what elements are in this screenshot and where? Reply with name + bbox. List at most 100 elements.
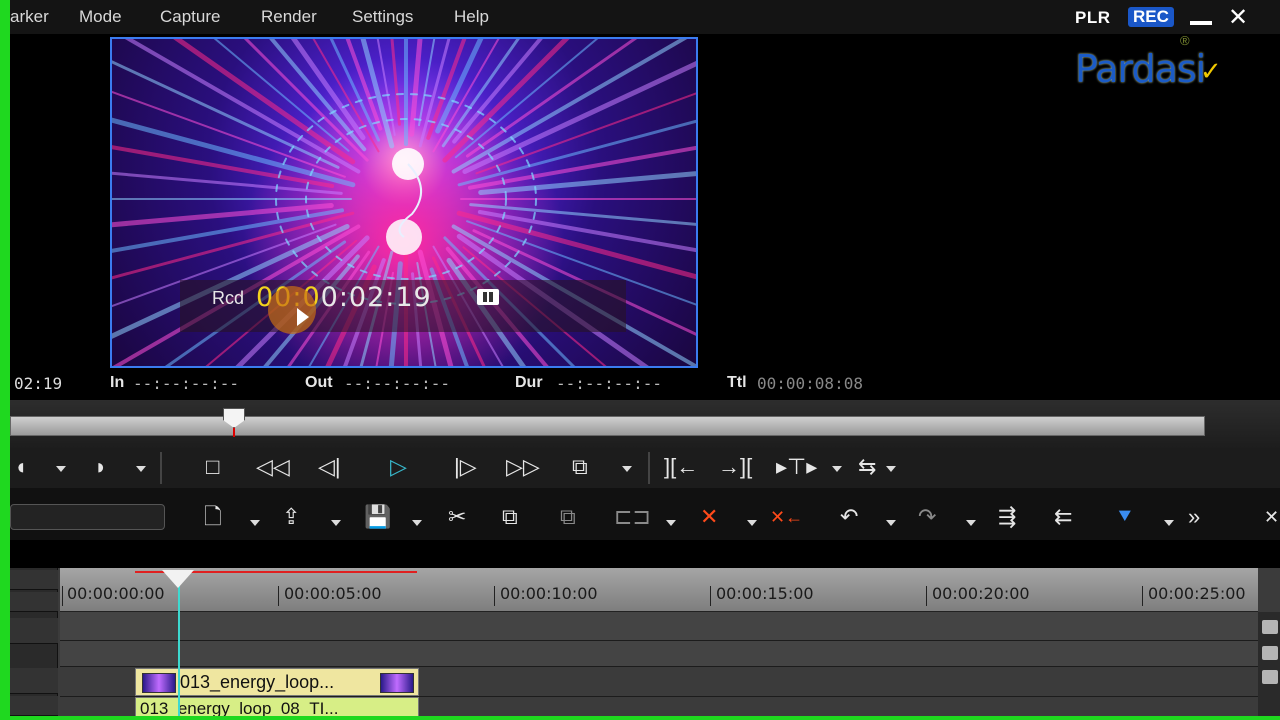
new-dropdown-icon[interactable]	[250, 520, 260, 526]
minimize-icon[interactable]	[1190, 21, 1212, 25]
clip-label: 013_energy_loop...	[180, 672, 335, 692]
transport-divider-2	[648, 452, 650, 484]
position-slider[interactable]	[10, 416, 1205, 436]
tunnel-ray	[451, 39, 688, 174]
toolbar-field[interactable]	[10, 504, 165, 530]
plr-label: PLR	[1075, 8, 1111, 27]
marker-add-icon[interactable]: ⯆	[1116, 500, 1134, 534]
mark-out-icon[interactable]: ◗	[94, 452, 107, 482]
more-tools-icon[interactable]: »	[1188, 500, 1200, 534]
new-project-icon[interactable]: 🗋	[204, 500, 222, 534]
scroll-button[interactable]	[1262, 670, 1278, 684]
menu-capture[interactable]: Capture	[160, 7, 220, 27]
step-forward-icon[interactable]: |▷	[454, 452, 477, 482]
out-label: Out	[305, 374, 333, 391]
tunnel-ray	[442, 39, 570, 163]
in-value: --:--:--:--	[133, 374, 239, 393]
mark-out-dropdown-icon[interactable]	[136, 466, 146, 472]
playhead-handle[interactable]	[162, 570, 194, 588]
scroll-button[interactable]	[1262, 620, 1278, 634]
menu-mode[interactable]: Mode	[79, 7, 122, 27]
menu-help[interactable]: Help	[454, 7, 489, 27]
play-icon[interactable]: ▷	[390, 452, 407, 482]
undo-icon[interactable]: ↶	[840, 500, 858, 534]
marker-dropdown-icon[interactable]	[1164, 520, 1174, 526]
scroll-button[interactable]	[1262, 646, 1278, 660]
menu-render[interactable]: Render	[261, 7, 317, 27]
insert-dropdown-icon[interactable]	[832, 466, 842, 472]
undo-dropdown-icon[interactable]	[886, 520, 896, 526]
paste-dropdown-icon[interactable]	[666, 520, 676, 526]
redo-dropdown-icon[interactable]	[966, 520, 976, 526]
video-track-empty[interactable]	[60, 612, 1258, 666]
track-divider	[60, 666, 1258, 667]
paste-icon[interactable]: ⧉	[560, 500, 576, 534]
ripple-delete-icon[interactable]: ✕←	[770, 500, 803, 534]
rec-badge[interactable]: REC	[1128, 7, 1174, 27]
delete-icon[interactable]: ✕	[700, 500, 718, 534]
clip-thumbnail-in	[142, 673, 176, 693]
ruler-label: 00:00:15:00	[716, 584, 814, 603]
track-header-audio[interactable]	[10, 696, 58, 716]
menu-marker[interactable]: arker	[10, 7, 49, 27]
ruler-tick	[710, 586, 711, 606]
go-to-in-icon[interactable]: ][←	[664, 452, 698, 482]
dur-value: --:--:--:--	[556, 374, 662, 393]
track-header-1[interactable]	[10, 618, 58, 644]
menu-settings[interactable]: Settings	[352, 7, 413, 27]
open-dropdown-icon[interactable]	[331, 520, 341, 526]
ruler-tick	[278, 586, 279, 606]
track-divider	[60, 640, 1258, 641]
insert-edit-icon[interactable]: ▸⊤▸	[776, 452, 817, 482]
ruler-tick	[62, 586, 63, 606]
screen-border-bottom	[0, 716, 1280, 720]
stop-icon[interactable]: □	[206, 452, 219, 482]
ruler-label: 00:00:20:00	[932, 584, 1030, 603]
close-panel-icon[interactable]: ✕	[1264, 500, 1279, 534]
timeline-ruler[interactable]	[60, 568, 1258, 612]
save-icon[interactable]: 💾	[364, 500, 391, 534]
loop-dropdown-icon[interactable]	[622, 466, 632, 472]
registered-mark: ®	[1180, 33, 1190, 48]
sync-lock-icon[interactable]: ⇇	[1054, 500, 1072, 534]
fast-forward-icon[interactable]: ▷▷	[506, 452, 540, 482]
ruler-label: 00:00:10:00	[500, 584, 598, 603]
copy-icon[interactable]: ⧉	[502, 500, 518, 534]
rewind-icon[interactable]: ◁◁	[256, 452, 290, 482]
ruler-label: 00:00:05:00	[284, 584, 382, 603]
track-header-2[interactable]	[10, 668, 58, 694]
rcd-label: Rcd	[212, 288, 245, 308]
screen-border-left	[0, 0, 10, 720]
ttl-value: 00:00:08:08	[757, 374, 863, 393]
paste-attributes-icon[interactable]: ⊏⊐	[614, 500, 651, 534]
transport-bar	[10, 448, 1280, 488]
clip-thumbnail-out	[380, 673, 414, 693]
mark-in-icon[interactable]: ◖	[14, 452, 27, 482]
transport-divider	[160, 452, 162, 484]
open-project-icon[interactable]: ⇪	[282, 500, 300, 534]
mouse-cursor-icon	[297, 308, 309, 326]
track-header-top[interactable]	[10, 570, 58, 590]
ripple-mode-icon[interactable]: ⇶	[998, 500, 1016, 534]
scrubber-marker	[233, 427, 235, 437]
go-to-out-icon[interactable]: →][	[718, 452, 752, 482]
delete-dropdown-icon[interactable]	[747, 520, 757, 526]
cut-icon[interactable]: ✂	[448, 500, 466, 534]
mark-in-dropdown-icon[interactable]	[56, 466, 66, 472]
overwrite-dropdown-icon[interactable]	[886, 466, 896, 472]
ruler-tick	[494, 586, 495, 606]
panel-gap	[10, 540, 1280, 568]
out-value: --:--:--:--	[344, 374, 450, 393]
loop-play-icon[interactable]: ⧉	[572, 452, 588, 482]
ruler-label: 00:00:25:00	[1148, 584, 1246, 603]
close-icon[interactable]: ✕	[1228, 3, 1248, 32]
playhead-line	[178, 586, 180, 716]
checkmark-icon: ✓	[1200, 56, 1222, 86]
overwrite-icon[interactable]: ⇆	[858, 452, 876, 482]
redo-icon[interactable]: ↷	[918, 500, 936, 534]
save-dropdown-icon[interactable]	[412, 520, 422, 526]
step-back-icon[interactable]: ◁|	[318, 452, 341, 482]
track-header-expand[interactable]	[10, 592, 58, 612]
current-time: 02:19	[14, 374, 63, 393]
ruler-label: 00:00:00:00	[67, 584, 165, 603]
